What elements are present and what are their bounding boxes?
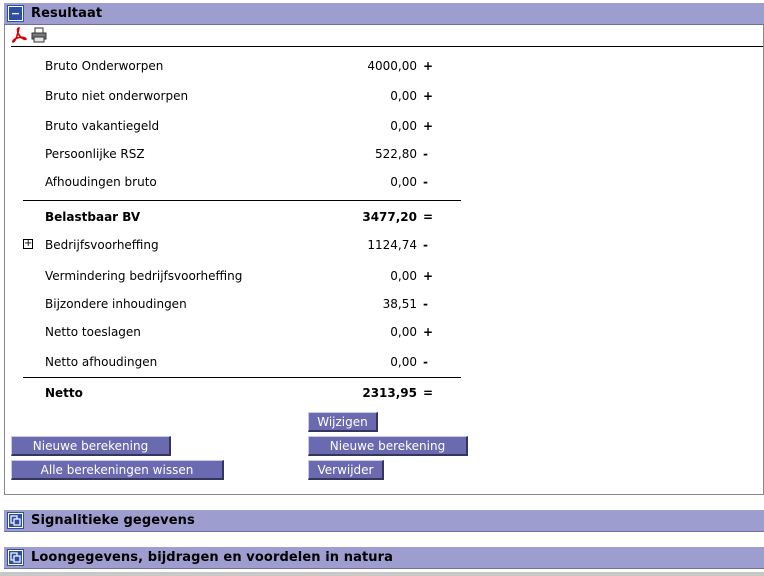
section-header-signalitiek[interactable]: Signalitieke gegevens (4, 510, 764, 532)
expand-plus-icon[interactable]: + (23, 239, 33, 249)
row-value: 522,80 (375, 147, 417, 161)
result-row: Vermindering bedrijfsvoorheffing 0,00 + (5, 269, 465, 285)
collapse-icon[interactable]: − (7, 5, 24, 22)
row-label: Netto (45, 386, 83, 400)
result-panel: Bruto Onderworpen 4000,00 + Bruto niet onde… (4, 25, 764, 495)
print-icon[interactable] (31, 27, 47, 43)
result-row: Netto toeslagen 0,00 + (5, 325, 465, 341)
section-title: Loongegevens, bijdragen en voordelen in … (31, 550, 394, 565)
result-row: Bijzondere inhoudingen 38,51- (5, 297, 465, 313)
row-sign: + (423, 325, 434, 339)
section-title: Signalitieke gegevens (31, 513, 195, 528)
bottom-strip (0, 572, 764, 576)
row-sign: = (423, 386, 434, 400)
row-label: Bruto niet onderworpen (45, 89, 189, 103)
row-sign: - (423, 238, 428, 252)
row-label: Netto toeslagen (45, 325, 141, 339)
row-value: 2313,95 (362, 386, 417, 400)
wijzigen-button[interactable]: Wijzigen (308, 412, 378, 432)
pdf-icon[interactable] (11, 27, 28, 43)
row-label: Netto afhoudingen (45, 355, 158, 369)
row-value: 1124,74 (367, 238, 417, 252)
expand-section-icon[interactable] (7, 549, 24, 566)
row-sign: + (423, 119, 434, 133)
row-label: Bedrijfsvoorheffing (45, 238, 159, 252)
row-value: 4000,00 (367, 59, 417, 73)
row-value: 0,00 (390, 269, 417, 283)
alle-berekeningen-wissen-button[interactable]: Alle berekeningen wissen (11, 460, 224, 480)
row-sign: + (423, 59, 434, 73)
result-row: + Bedrijfsvoorheffing 1124,74- (5, 238, 465, 254)
row-sign: - (423, 297, 428, 311)
row-label: Afhoudingen bruto (45, 175, 157, 189)
result-row: Bruto vakantiegeld 0,00 + (5, 119, 465, 135)
result-row: Netto afhoudingen 0,00- (5, 355, 465, 371)
row-label: Bruto vakantiegeld (45, 119, 160, 133)
row-value: 0,00 (390, 119, 417, 133)
result-row: Netto 2313,95 = (5, 386, 465, 402)
result-row: Persoonlijke RSZ 522,80- (5, 147, 465, 163)
row-value: 3477,20 (362, 210, 417, 224)
row-value: 0,00 (390, 175, 417, 189)
section-header-resultaat[interactable]: − Resultaat (4, 3, 764, 25)
nieuwe-berekening-button-right[interactable]: Nieuwe berekening (308, 436, 468, 456)
row-value: 38,51 (382, 297, 417, 311)
result-row: Afhoudingen bruto 0,00- (5, 175, 465, 191)
divider (23, 200, 461, 201)
result-row: Bruto niet onderworpen 0,00 + (5, 89, 465, 105)
row-sign: + (423, 269, 434, 283)
divider (11, 46, 763, 47)
row-value: 0,00 (390, 89, 417, 103)
row-label: Belastbaar BV (45, 210, 141, 224)
row-label: Persoonlijke RSZ (45, 147, 145, 161)
expand-section-icon[interactable] (7, 512, 24, 529)
row-sign: - (423, 147, 428, 161)
section-header-loongegevens[interactable]: Loongegevens, bijdragen en voordelen in … (4, 547, 764, 569)
verwijder-button[interactable]: Verwijder (308, 460, 384, 480)
result-row: Belastbaar BV 3477,20 = (5, 210, 465, 226)
row-sign: - (423, 355, 428, 369)
row-label: Bruto Onderworpen (45, 59, 164, 73)
result-row: Bruto Onderworpen 4000,00 + (5, 59, 465, 75)
divider (23, 377, 461, 378)
row-label: Vermindering bedrijfsvoorheffing (45, 269, 243, 283)
row-sign: + (423, 89, 434, 103)
row-label: Bijzondere inhoudingen (45, 297, 187, 311)
row-sign: - (423, 175, 428, 189)
section-title: Resultaat (31, 6, 103, 21)
row-sign: = (423, 210, 434, 224)
row-value: 0,00 (390, 355, 417, 369)
row-value: 0,00 (390, 325, 417, 339)
nieuwe-berekening-button-left[interactable]: Nieuwe berekening (11, 436, 171, 456)
